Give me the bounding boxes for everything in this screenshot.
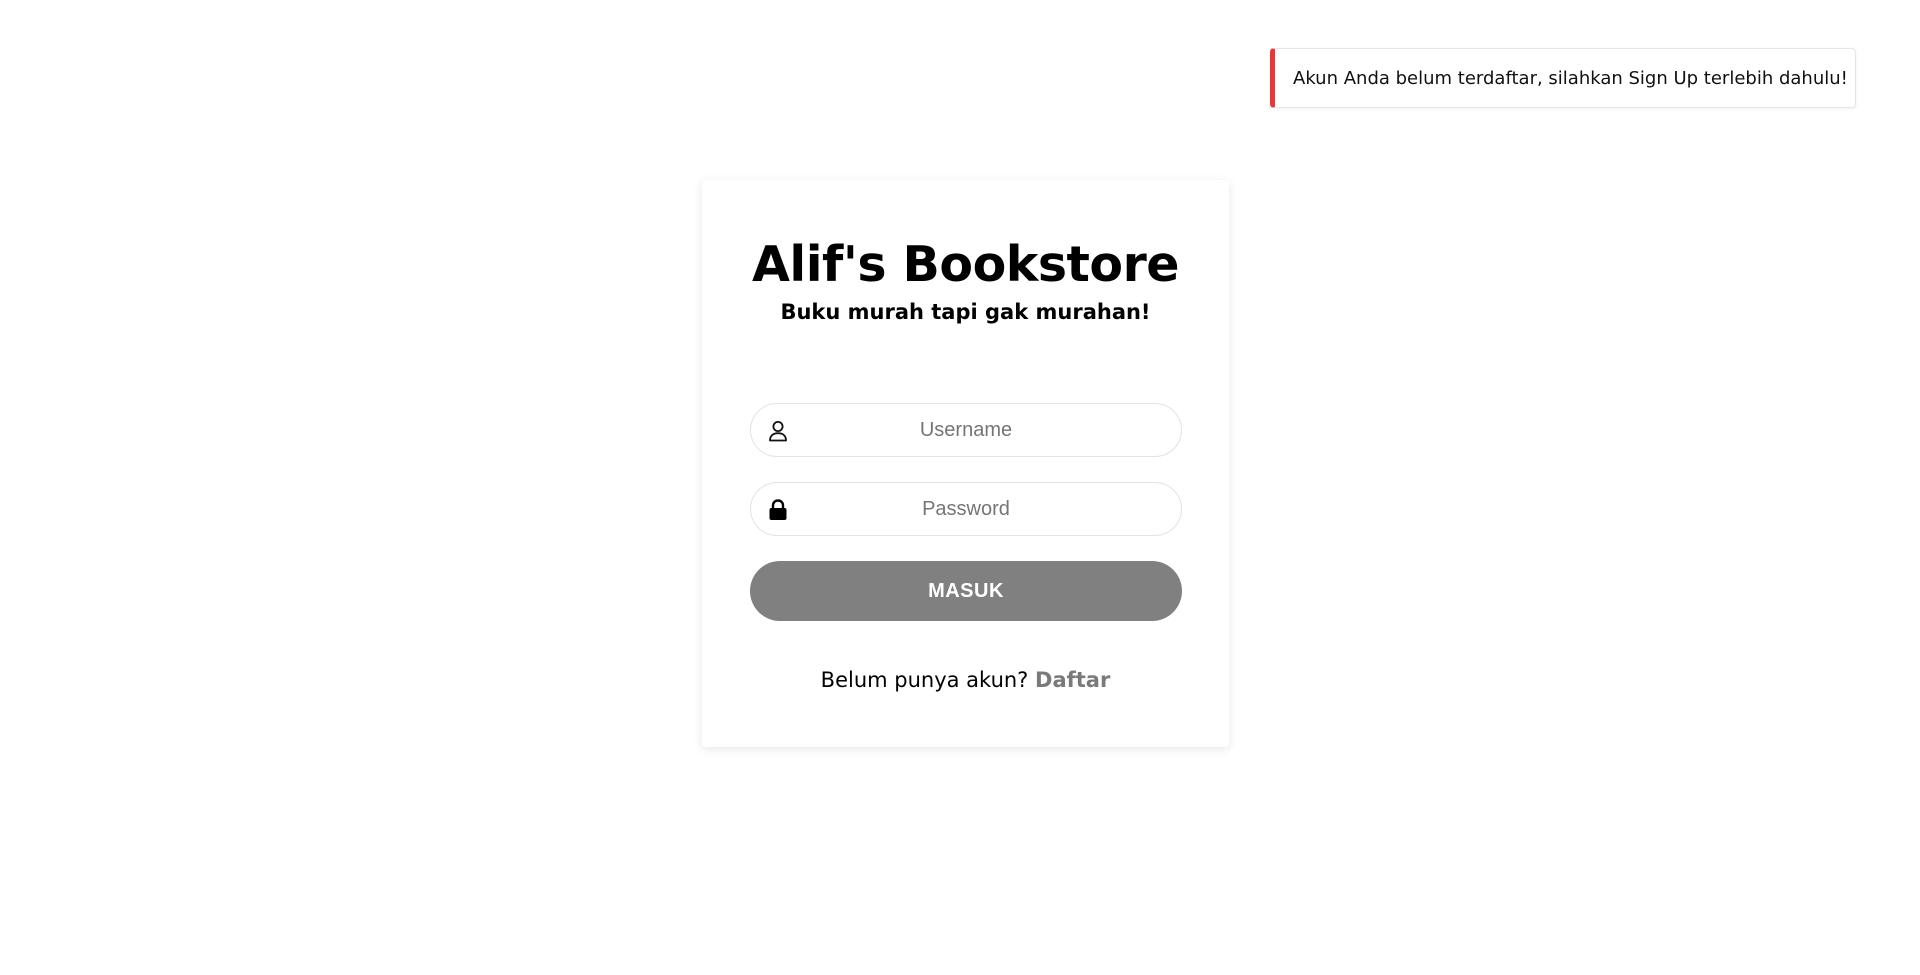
- login-button[interactable]: MASUK: [750, 561, 1182, 621]
- lock-icon: [767, 498, 789, 522]
- toast-message: Akun Anda belum terdaftar, silahkan Sign…: [1293, 67, 1848, 89]
- signup-prompt-text: Belum punya akun?: [820, 668, 1029, 692]
- error-toast: Akun Anda belum terdaftar, silahkan Sign…: [1270, 48, 1856, 108]
- signup-prompt-line: Belum punya akun? Daftar: [702, 668, 1229, 692]
- signup-link[interactable]: Daftar: [1035, 668, 1110, 692]
- user-icon: [767, 419, 789, 443]
- password-input[interactable]: [751, 483, 1181, 535]
- page-title: Alif's Bookstore: [752, 236, 1179, 293]
- login-card: Alif's Bookstore Buku murah tapi gak mur…: [702, 180, 1229, 747]
- password-field: [750, 482, 1182, 536]
- page-subtitle: Buku murah tapi gak murahan!: [780, 300, 1151, 324]
- username-input[interactable]: [751, 404, 1181, 456]
- username-field: [750, 403, 1182, 457]
